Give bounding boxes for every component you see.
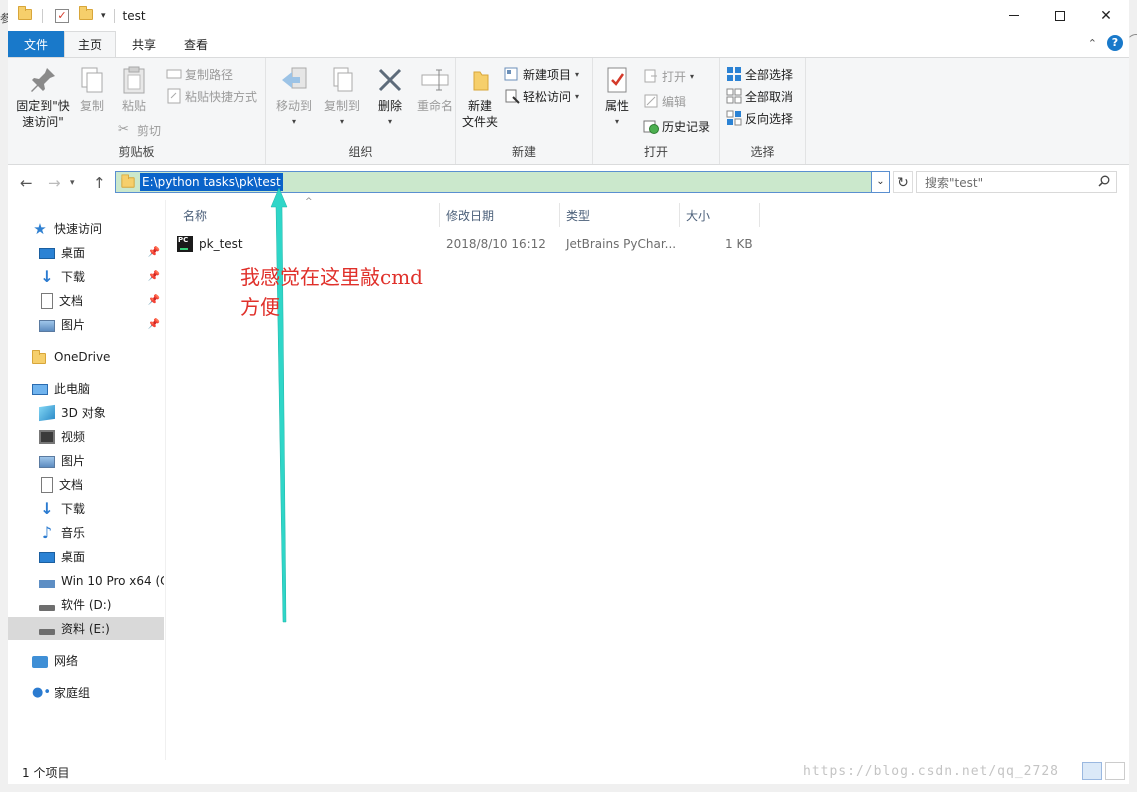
annotation-arrow: [270, 187, 288, 623]
watermark-text: https://blog.csdn.net/qq_2728: [803, 764, 1059, 779]
annotation-line-2: 方便: [240, 295, 280, 319]
large-icons-view-icon[interactable]: [1105, 762, 1125, 780]
item-count: 1 个项目: [22, 765, 70, 780]
view-toggle: [1082, 762, 1125, 780]
annotation-text: 我感觉在这里敲cmd 方便: [240, 262, 460, 322]
annotation-line-1: 我感觉在这里敲cmd: [240, 265, 423, 289]
status-bar: 1 个项目 https://blog.csdn.net/qq_2728: [8, 760, 1129, 784]
window-bottom-edge: [0, 784, 1137, 792]
details-view-icon[interactable]: [1082, 762, 1102, 780]
explorer-window: 参 ⌒ ✓ ▾ test ✕ 文件 主页 共享 查看 ⌃ ? 固定到"快 速访问…: [0, 0, 1137, 792]
